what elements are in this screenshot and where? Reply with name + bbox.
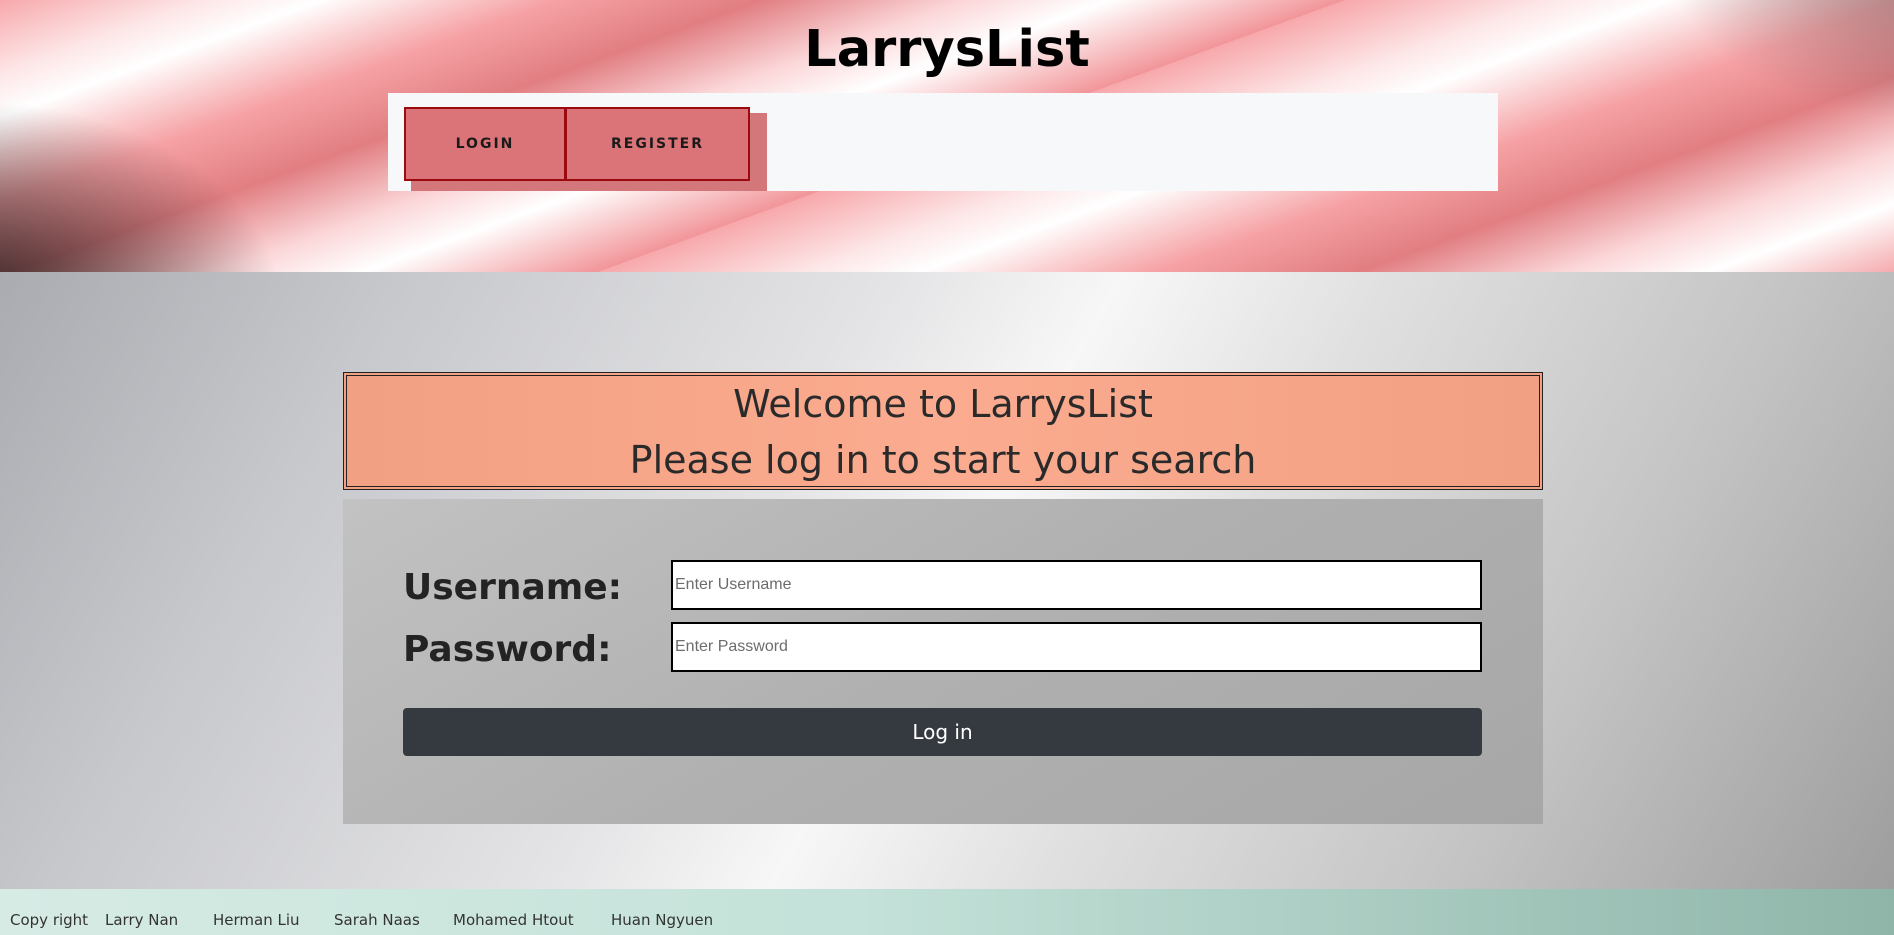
- password-input[interactable]: [671, 622, 1482, 672]
- site-title: LarrysList: [804, 20, 1090, 79]
- welcome-banner: Welcome to LarrysList Please log in to s…: [343, 372, 1543, 490]
- footer-copyright: Copy right: [10, 911, 89, 929]
- login-form: Username: Password: Log in: [343, 499, 1543, 824]
- site-header: LarrysList LOGIN REGISTER: [0, 0, 1894, 272]
- login-submit-button[interactable]: Log in: [403, 708, 1482, 756]
- footer-author: Huan Ngyuen: [611, 911, 714, 929]
- username-label: Username:: [403, 567, 623, 608]
- password-label: Password:: [403, 629, 612, 670]
- username-input[interactable]: [671, 560, 1482, 610]
- footer-author: Sarah Naas: [334, 911, 420, 929]
- footer-author: Larry Nan: [105, 911, 179, 929]
- nav-login-button[interactable]: LOGIN: [404, 107, 566, 181]
- welcome-subheading: Please log in to start your search: [629, 438, 1257, 482]
- footer-author: Mohamed Htout: [453, 911, 574, 929]
- footer-author: Herman Liu: [213, 911, 300, 929]
- site-footer: Copy right Larry Nan Herman Liu Sarah Na…: [0, 889, 1894, 935]
- nav-register-button[interactable]: REGISTER: [565, 107, 750, 181]
- navbar: LOGIN REGISTER: [388, 93, 1498, 191]
- main-content: Welcome to LarrysList Please log in to s…: [0, 272, 1894, 889]
- welcome-heading: Welcome to LarrysList: [733, 382, 1153, 426]
